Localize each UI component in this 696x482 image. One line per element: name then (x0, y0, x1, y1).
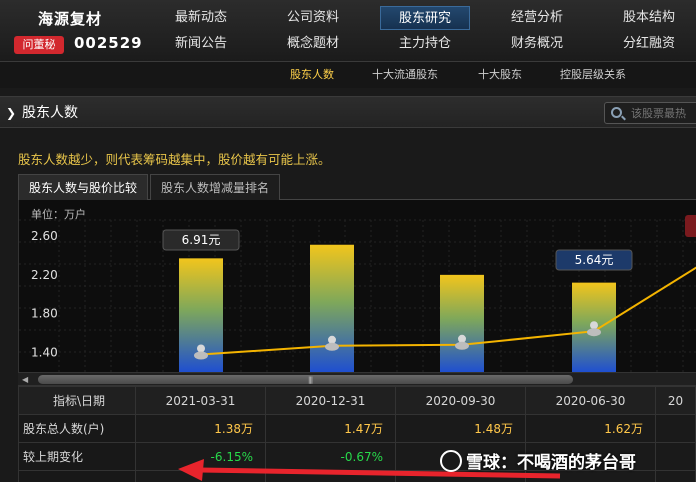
person-marker-icon (325, 342, 339, 351)
snowball-logo-icon (440, 450, 462, 472)
price-callout-label: 6.91元 (182, 233, 221, 247)
table-cell: 1.47万 (265, 414, 396, 443)
y-tick-label: 1.80 (31, 307, 58, 321)
row-label: 股东总人数(户) (18, 414, 136, 443)
sub-nav: 股东人数 十大流通股东 十大股东 控股层级关系 (0, 62, 696, 88)
person-marker-icon (197, 344, 205, 353)
nav-news[interactable]: 新闻公告 (156, 32, 246, 56)
person-marker-icon (455, 341, 469, 350)
row-label: 较上期变化 (18, 442, 136, 471)
person-marker-icon (590, 321, 598, 330)
subnav-holding-structure[interactable]: 控股层级关系 (560, 62, 626, 88)
top-header: 海源复材 问董秘 002529 最新动态 公司资料 股东研究 经营分析 股本结构… (0, 0, 696, 62)
ask-secretary-button[interactable]: 问董秘 (14, 36, 64, 54)
nav-concepts[interactable]: 概念题材 (268, 32, 358, 56)
header-cell: 2020-12-31 (265, 386, 396, 415)
chart-scrollbar[interactable]: ◀ ||| (18, 372, 696, 386)
person-marker-icon (458, 334, 466, 343)
nav-share-structure[interactable]: 股本结构 (604, 6, 694, 30)
table-cell (655, 414, 696, 443)
table-cell (265, 470, 396, 482)
subnav-top10[interactable]: 十大股东 (478, 62, 522, 88)
y-tick-label: 2.20 (31, 268, 58, 282)
tab-count-vs-price[interactable]: 股东人数与股价比较 (18, 174, 148, 200)
table-cell: -0.67% (265, 442, 396, 471)
stock-search[interactable] (604, 102, 696, 124)
nav-dividends[interactable]: 分红融资 (604, 32, 694, 56)
search-input[interactable] (631, 104, 696, 122)
person-marker-icon (194, 351, 208, 360)
nav-company-profile[interactable]: 公司资料 (268, 6, 358, 30)
watermark: 雪球：不喝酒的茅台哥 (440, 448, 636, 473)
table-cell: -6.15% (135, 442, 266, 471)
header-cell: 2020-09-30 (395, 386, 526, 415)
subnav-shareholder-count[interactable]: 股东人数 (290, 62, 334, 88)
table-header-row: 指标\日期 2021-03-31 2020-12-31 2020-09-30 2… (18, 386, 696, 415)
scroll-thumb[interactable]: ||| (38, 375, 573, 384)
grip-icon: ||| (308, 376, 313, 384)
header-cell: 20 (655, 386, 696, 415)
nav-financial-overview[interactable]: 财务概况 (492, 32, 582, 56)
section-bar: ❯ 股东人数 (0, 96, 696, 128)
chart-canvas: 2.60 2.20 1.80 1.40 6.91元 5.64元 (19, 215, 696, 372)
y-tick-label: 1.40 (31, 346, 58, 360)
tab-change-ranking[interactable]: 股东人数增减量排名 (150, 174, 280, 200)
scroll-left-arrow-icon[interactable]: ◀ (22, 375, 28, 384)
person-marker-icon (328, 335, 336, 344)
chart-tabs: 股东人数与股价比较 股东人数增减量排名 (18, 174, 696, 200)
stock-name: 海源复材 (38, 10, 103, 28)
shareholder-chart: 单位：万户 2.60 2.20 1.80 1.40 6.91元 5.64元 (18, 200, 696, 372)
bar (440, 274, 484, 372)
table-cell: 1.38万 (135, 414, 266, 443)
nav-shareholder-research[interactable]: 股东研究 (380, 6, 470, 30)
nav-latest[interactable]: 最新动态 (156, 6, 246, 30)
bar (310, 244, 354, 372)
hint-text: 股东人数越少，则代表筹码越集中，股价越有可能上涨。 (18, 152, 331, 167)
header-cell: 2021-03-31 (135, 386, 266, 415)
row-label (18, 470, 136, 482)
stock-code: 002529 (74, 34, 143, 52)
table-row: 股东总人数(户) 1.38万 1.47万 1.48万 1.62万 (18, 414, 696, 443)
watermark-text: 雪球：不喝酒的茅台哥 (466, 453, 636, 473)
price-tag-partial (685, 215, 696, 237)
chevron-right-icon: ❯ (6, 106, 17, 120)
price-callout-label: 5.64元 (575, 253, 614, 267)
search-icon (611, 107, 622, 118)
nav-institutional-holdings[interactable]: 主力持仓 (380, 32, 470, 56)
table-cell (655, 470, 696, 482)
section-title: 股东人数 (22, 105, 78, 121)
table-cell: 1.62万 (525, 414, 656, 443)
brand-area: 海源复材 问董秘 002529 (0, 0, 146, 62)
header-cell: 指标\日期 (18, 386, 136, 415)
header-cell: 2020-06-30 (525, 386, 656, 415)
nav-operations[interactable]: 经营分析 (492, 6, 582, 30)
main-nav: 最新动态 公司资料 股东研究 经营分析 股本结构 新闻公告 概念题材 主力持仓 … (146, 4, 696, 58)
table-cell (655, 442, 696, 471)
subnav-top10-float[interactable]: 十大流通股东 (372, 62, 438, 88)
y-tick-label: 2.60 (31, 229, 58, 243)
table-cell (135, 470, 266, 482)
person-marker-icon (587, 328, 601, 337)
table-cell: 1.48万 (395, 414, 526, 443)
